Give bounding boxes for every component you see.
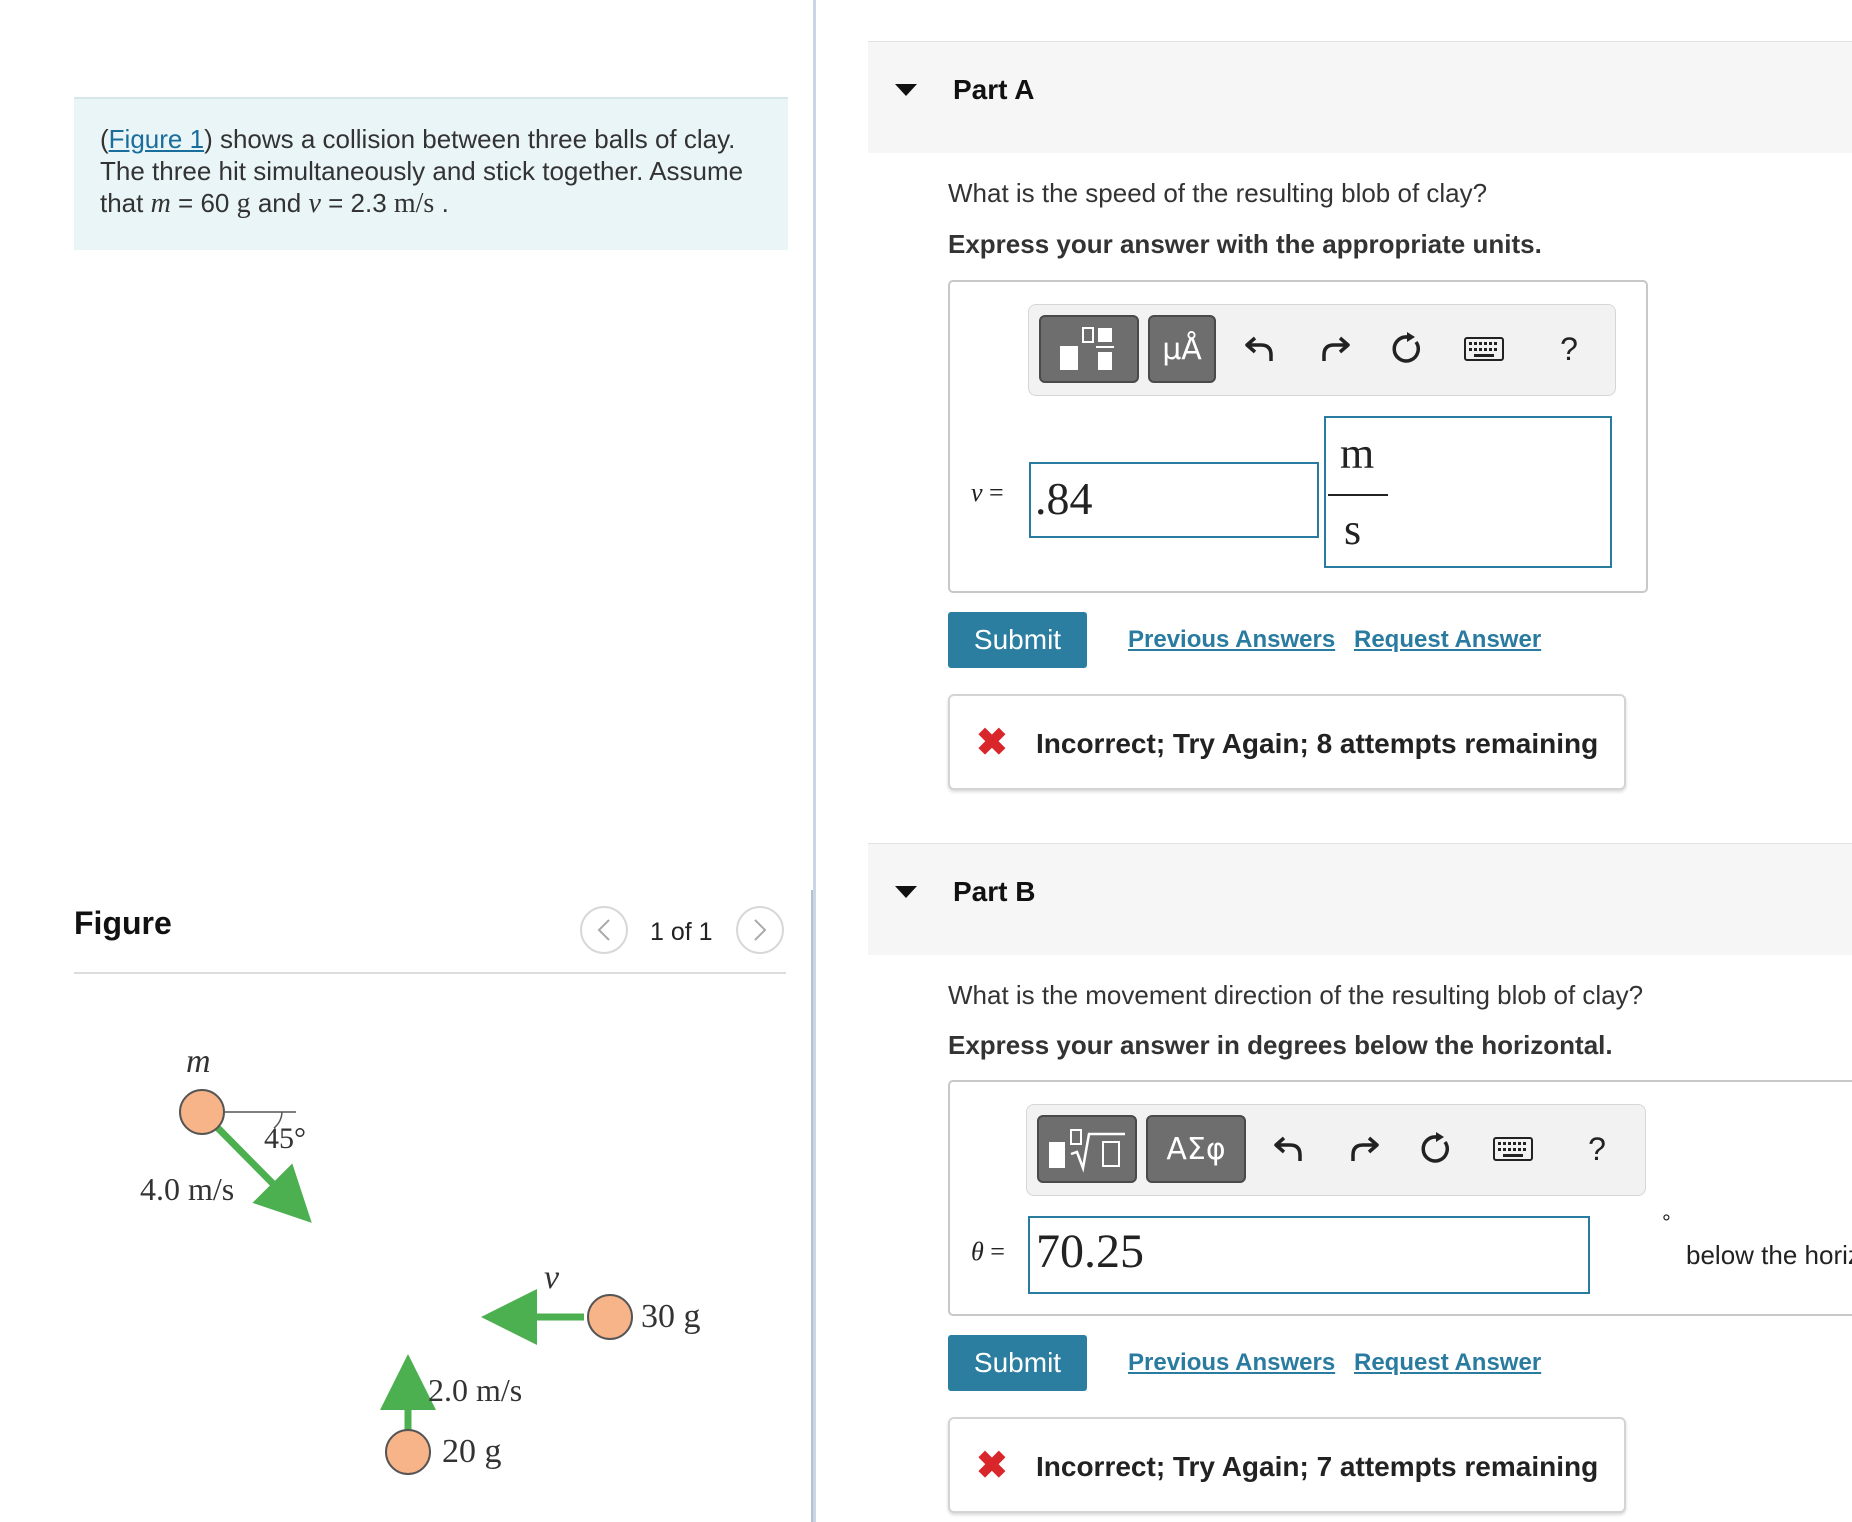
caret-down-icon (895, 84, 917, 96)
angle-suffix: below the horizontal (1686, 1240, 1852, 1270)
figure-link[interactable]: Figure 1 (109, 124, 204, 154)
part-b-answer-box: ΑΣφ ? θ = 70.25 ° below the horizontal (948, 1080, 1852, 1316)
reset-icon[interactable] (1385, 327, 1429, 371)
unit-numerator: m (1340, 429, 1375, 478)
figure-divider (74, 972, 786, 974)
figure-next-button[interactable] (736, 906, 784, 954)
equals-sign: = (983, 1237, 1005, 1266)
undo-icon[interactable] (1238, 327, 1282, 371)
part-a-header[interactable]: Part A (868, 41, 1852, 153)
panel-divider (813, 0, 816, 1522)
mass-variable: m (150, 188, 171, 219)
part-b-toolbar: ΑΣφ ? (1026, 1104, 1646, 1196)
figure-heading: Figure (74, 905, 172, 941)
templates-button[interactable] (1039, 315, 1139, 383)
figure-prev-button[interactable] (580, 906, 628, 954)
units-button[interactable]: μÅ (1148, 315, 1216, 383)
part-b-feedback: ✖ Incorrect; Try Again; 7 attempts remai… (948, 1417, 1626, 1513)
velocity-variable: v (308, 188, 321, 219)
undo-icon[interactable] (1267, 1127, 1311, 1171)
var-v: v (971, 478, 983, 507)
part-b-instruction: Express your answer in degrees below the… (948, 1030, 1613, 1060)
figure-counter: 1 of 1 (650, 918, 713, 946)
part-b-feedback-message: Incorrect; Try Again; 7 attempts remaini… (1036, 1451, 1599, 1482)
math-templates-button[interactable] (1037, 1115, 1137, 1183)
reset-icon[interactable] (1414, 1127, 1458, 1171)
chevron-right-icon (754, 919, 767, 941)
part-a-previous-answers-link[interactable]: Previous Answers (1128, 626, 1335, 654)
label-m: m (186, 1043, 211, 1080)
ball-m (179, 1089, 225, 1135)
problem-end: . (434, 188, 449, 218)
redo-icon[interactable] (1313, 327, 1357, 371)
mass-unit: g (236, 188, 251, 219)
mass-equals: = 60 (170, 188, 237, 218)
part-a-answer-box: μÅ ? v = .84 m s (948, 280, 1648, 593)
part-a-feedback: ✖ Incorrect; Try Again; 8 attempts remai… (948, 694, 1626, 790)
part-a-request-answer-link[interactable]: Request Answer (1354, 626, 1541, 654)
part-a-toolbar: μÅ ? (1028, 304, 1616, 396)
part-b-request-answer-link[interactable]: Request Answer (1354, 1349, 1541, 1377)
unit-denominator: s (1344, 505, 1362, 554)
part-a-feedback-message: Incorrect; Try Again; 8 attempts remaini… (1036, 728, 1599, 759)
part-a-instruction: Express your answer with the appropriate… (948, 229, 1542, 259)
problem-statement: (Figure 1) shows a collision between thr… (74, 97, 788, 250)
panel-scrollbar[interactable] (811, 890, 813, 1522)
keyboard-icon[interactable] (1487, 1127, 1539, 1171)
unit-input[interactable]: m s (1324, 416, 1612, 568)
fraction-bar (1328, 494, 1388, 496)
velocity-equals: = 2.3 (320, 188, 394, 218)
label-angle: 45° (264, 1122, 306, 1155)
greek-symbols-button[interactable]: ΑΣφ (1146, 1115, 1246, 1183)
velocity-unit: m/s (393, 188, 435, 219)
part-b-question: What is the movement direction of the re… (948, 980, 1644, 1010)
label-mass-30: 30 g (641, 1298, 701, 1335)
help-button[interactable]: ? (1547, 327, 1591, 371)
part-b-header[interactable]: Part B (868, 843, 1852, 955)
ball-30g (587, 1294, 633, 1340)
error-x-icon: ✖ (976, 1445, 1008, 1487)
sqrt-templates-icon (1049, 1129, 1125, 1173)
speed-value-input[interactable]: .84 (1029, 462, 1319, 538)
equals-sign: = (982, 478, 1004, 507)
help-button[interactable]: ? (1575, 1127, 1619, 1171)
angle-value-input[interactable]: 70.25 (1028, 1216, 1590, 1294)
label-speed-m: 4.0 m/s (140, 1171, 234, 1207)
label-mass-20: 20 g (442, 1433, 502, 1470)
chevron-left-icon (597, 919, 610, 941)
label-v: v (544, 1259, 560, 1296)
var-theta: θ (971, 1237, 984, 1266)
part-b-title: Part B (953, 876, 1036, 907)
keyboard-icon[interactable] (1458, 327, 1510, 371)
templates-icon (1060, 327, 1114, 370)
part-a-question: What is the speed of the resulting blob … (948, 178, 1488, 208)
error-x-icon: ✖ (976, 722, 1008, 764)
label-speed-20: 2.0 m/s (428, 1372, 522, 1408)
open-paren: ( (100, 124, 109, 154)
ball-20g (385, 1429, 431, 1475)
part-b-previous-answers-link[interactable]: Previous Answers (1128, 1349, 1335, 1377)
part-a-submit-button[interactable]: Submit (948, 612, 1087, 668)
redo-icon[interactable] (1342, 1127, 1386, 1171)
part-b-submit-button[interactable]: Submit (948, 1335, 1087, 1391)
collision-figure: m 45° 4.0 m/s v 30 g 2.0 m/s 20 g (140, 1043, 701, 1475)
part-a-variable-label: v = (971, 478, 1004, 508)
part-b-variable-label: θ = (971, 1237, 1005, 1267)
part-a-title: Part A (953, 74, 1035, 105)
and-text: and (250, 188, 309, 218)
degree-symbol: ° (1662, 1210, 1671, 1235)
caret-down-icon (895, 886, 917, 898)
